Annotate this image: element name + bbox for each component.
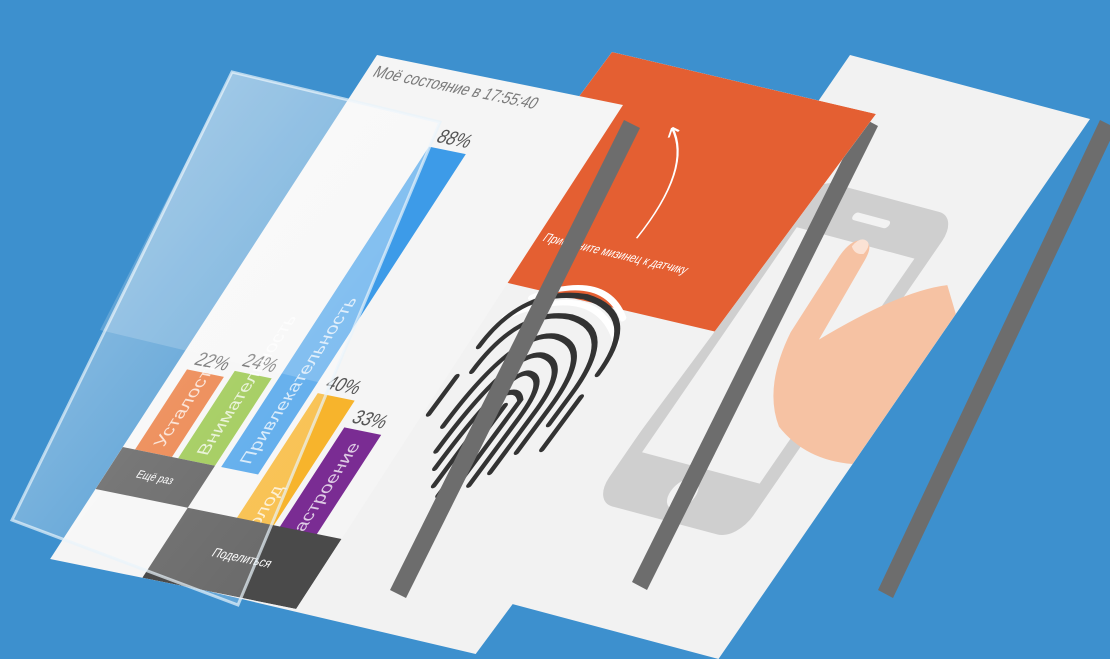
mockup-scene: Прислоните мизинец к датчику Моё состоян… <box>0 0 1110 659</box>
